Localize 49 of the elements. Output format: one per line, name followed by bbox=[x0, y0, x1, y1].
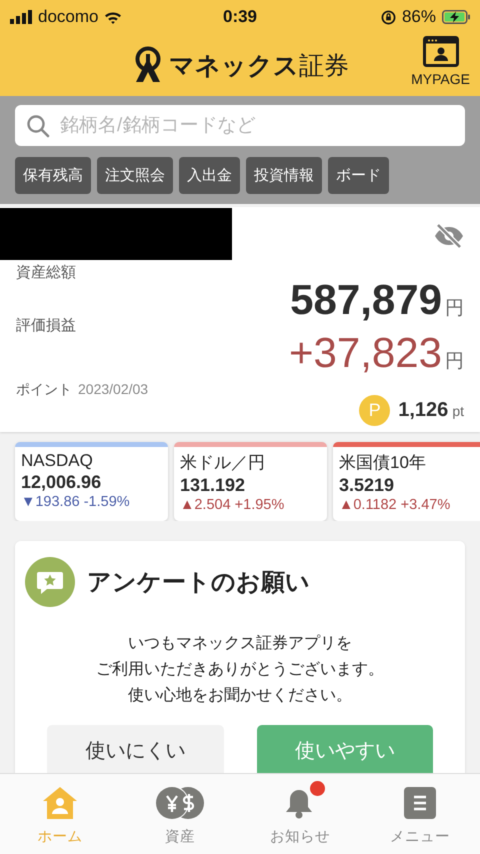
points-value: 1,126 bbox=[398, 399, 448, 422]
market-name: 米国債10年 bbox=[339, 452, 427, 474]
survey-message-line: いつもマネックス証券アプリを bbox=[128, 634, 352, 654]
mypage-button[interactable]: MYPAGE bbox=[411, 36, 470, 87]
points-date: 2023/02/03 bbox=[78, 381, 148, 399]
market-change: ▼193.86 -1.59% bbox=[21, 494, 131, 510]
brand-logo: マネックス証券 bbox=[169, 50, 349, 82]
points-label: ポイント bbox=[16, 381, 72, 399]
currency-unit: 円 bbox=[445, 297, 464, 321]
rotation-lock-icon bbox=[380, 10, 396, 24]
wifi-icon bbox=[104, 10, 122, 24]
total-assets-label: 資産総額 bbox=[16, 263, 77, 282]
survey-message-line: ご利用いただきありがとうございます。 bbox=[96, 660, 384, 680]
battery-charging-icon bbox=[442, 10, 470, 24]
battery-percent: 86% bbox=[402, 7, 436, 27]
currency-unit: 円 bbox=[445, 350, 464, 374]
market-card[interactable]: 米国債10年 3.5219 ▲0.1182 +3.47% bbox=[333, 442, 480, 521]
market-card[interactable]: 米ドル／円 131.192 ▲2.504 +1.95% bbox=[174, 442, 327, 521]
carrier-name: docomo bbox=[38, 7, 98, 27]
eye-slash-icon[interactable] bbox=[434, 223, 464, 249]
coins-icon bbox=[155, 786, 205, 820]
home-icon bbox=[42, 786, 78, 820]
market-card[interactable]: NASDAQ 12,006.96 ▼193.86 -1.59% bbox=[15, 442, 168, 521]
menu-icon bbox=[404, 787, 436, 819]
market-value: 12,006.96 bbox=[21, 472, 102, 493]
profit-loss-label: 評価損益 bbox=[16, 316, 77, 335]
survey-message-line: 使い心地をお聞かせください。 bbox=[128, 686, 352, 706]
quick-link-button[interactable]: 入出金 bbox=[179, 157, 240, 194]
market-change: ▲2.504 +1.95% bbox=[180, 497, 286, 513]
search-field[interactable]: 銘柄名/銘柄コードなど bbox=[15, 105, 465, 146]
market-name: 米ドル／円 bbox=[180, 452, 266, 474]
points-coin-icon: P bbox=[359, 395, 390, 426]
survey-answer-button[interactable]: 使いにくい bbox=[47, 725, 224, 775]
market-name: NASDAQ bbox=[21, 451, 94, 471]
points-unit: pt bbox=[452, 402, 464, 418]
profit-loss-value: +37,823 bbox=[289, 329, 442, 377]
total-assets-value: 587,879 bbox=[290, 276, 442, 324]
status-time: 0:39 bbox=[222, 7, 258, 27]
quick-link-button[interactable]: 注文照会 bbox=[97, 157, 173, 194]
market-change: ▲0.1182 +3.47% bbox=[339, 497, 452, 513]
market-value: 131.192 bbox=[180, 475, 246, 496]
profile-window-icon bbox=[422, 36, 459, 67]
survey-icon bbox=[25, 557, 75, 607]
quick-link-button[interactable]: 投資情報 bbox=[246, 157, 322, 194]
market-value: 3.5219 bbox=[339, 475, 396, 496]
survey-title: アンケートのお願い bbox=[87, 568, 310, 598]
signal-icon bbox=[10, 10, 32, 24]
quick-link-button[interactable]: ボード bbox=[328, 157, 389, 194]
quick-link-button[interactable]: 保有残高 bbox=[15, 157, 91, 194]
